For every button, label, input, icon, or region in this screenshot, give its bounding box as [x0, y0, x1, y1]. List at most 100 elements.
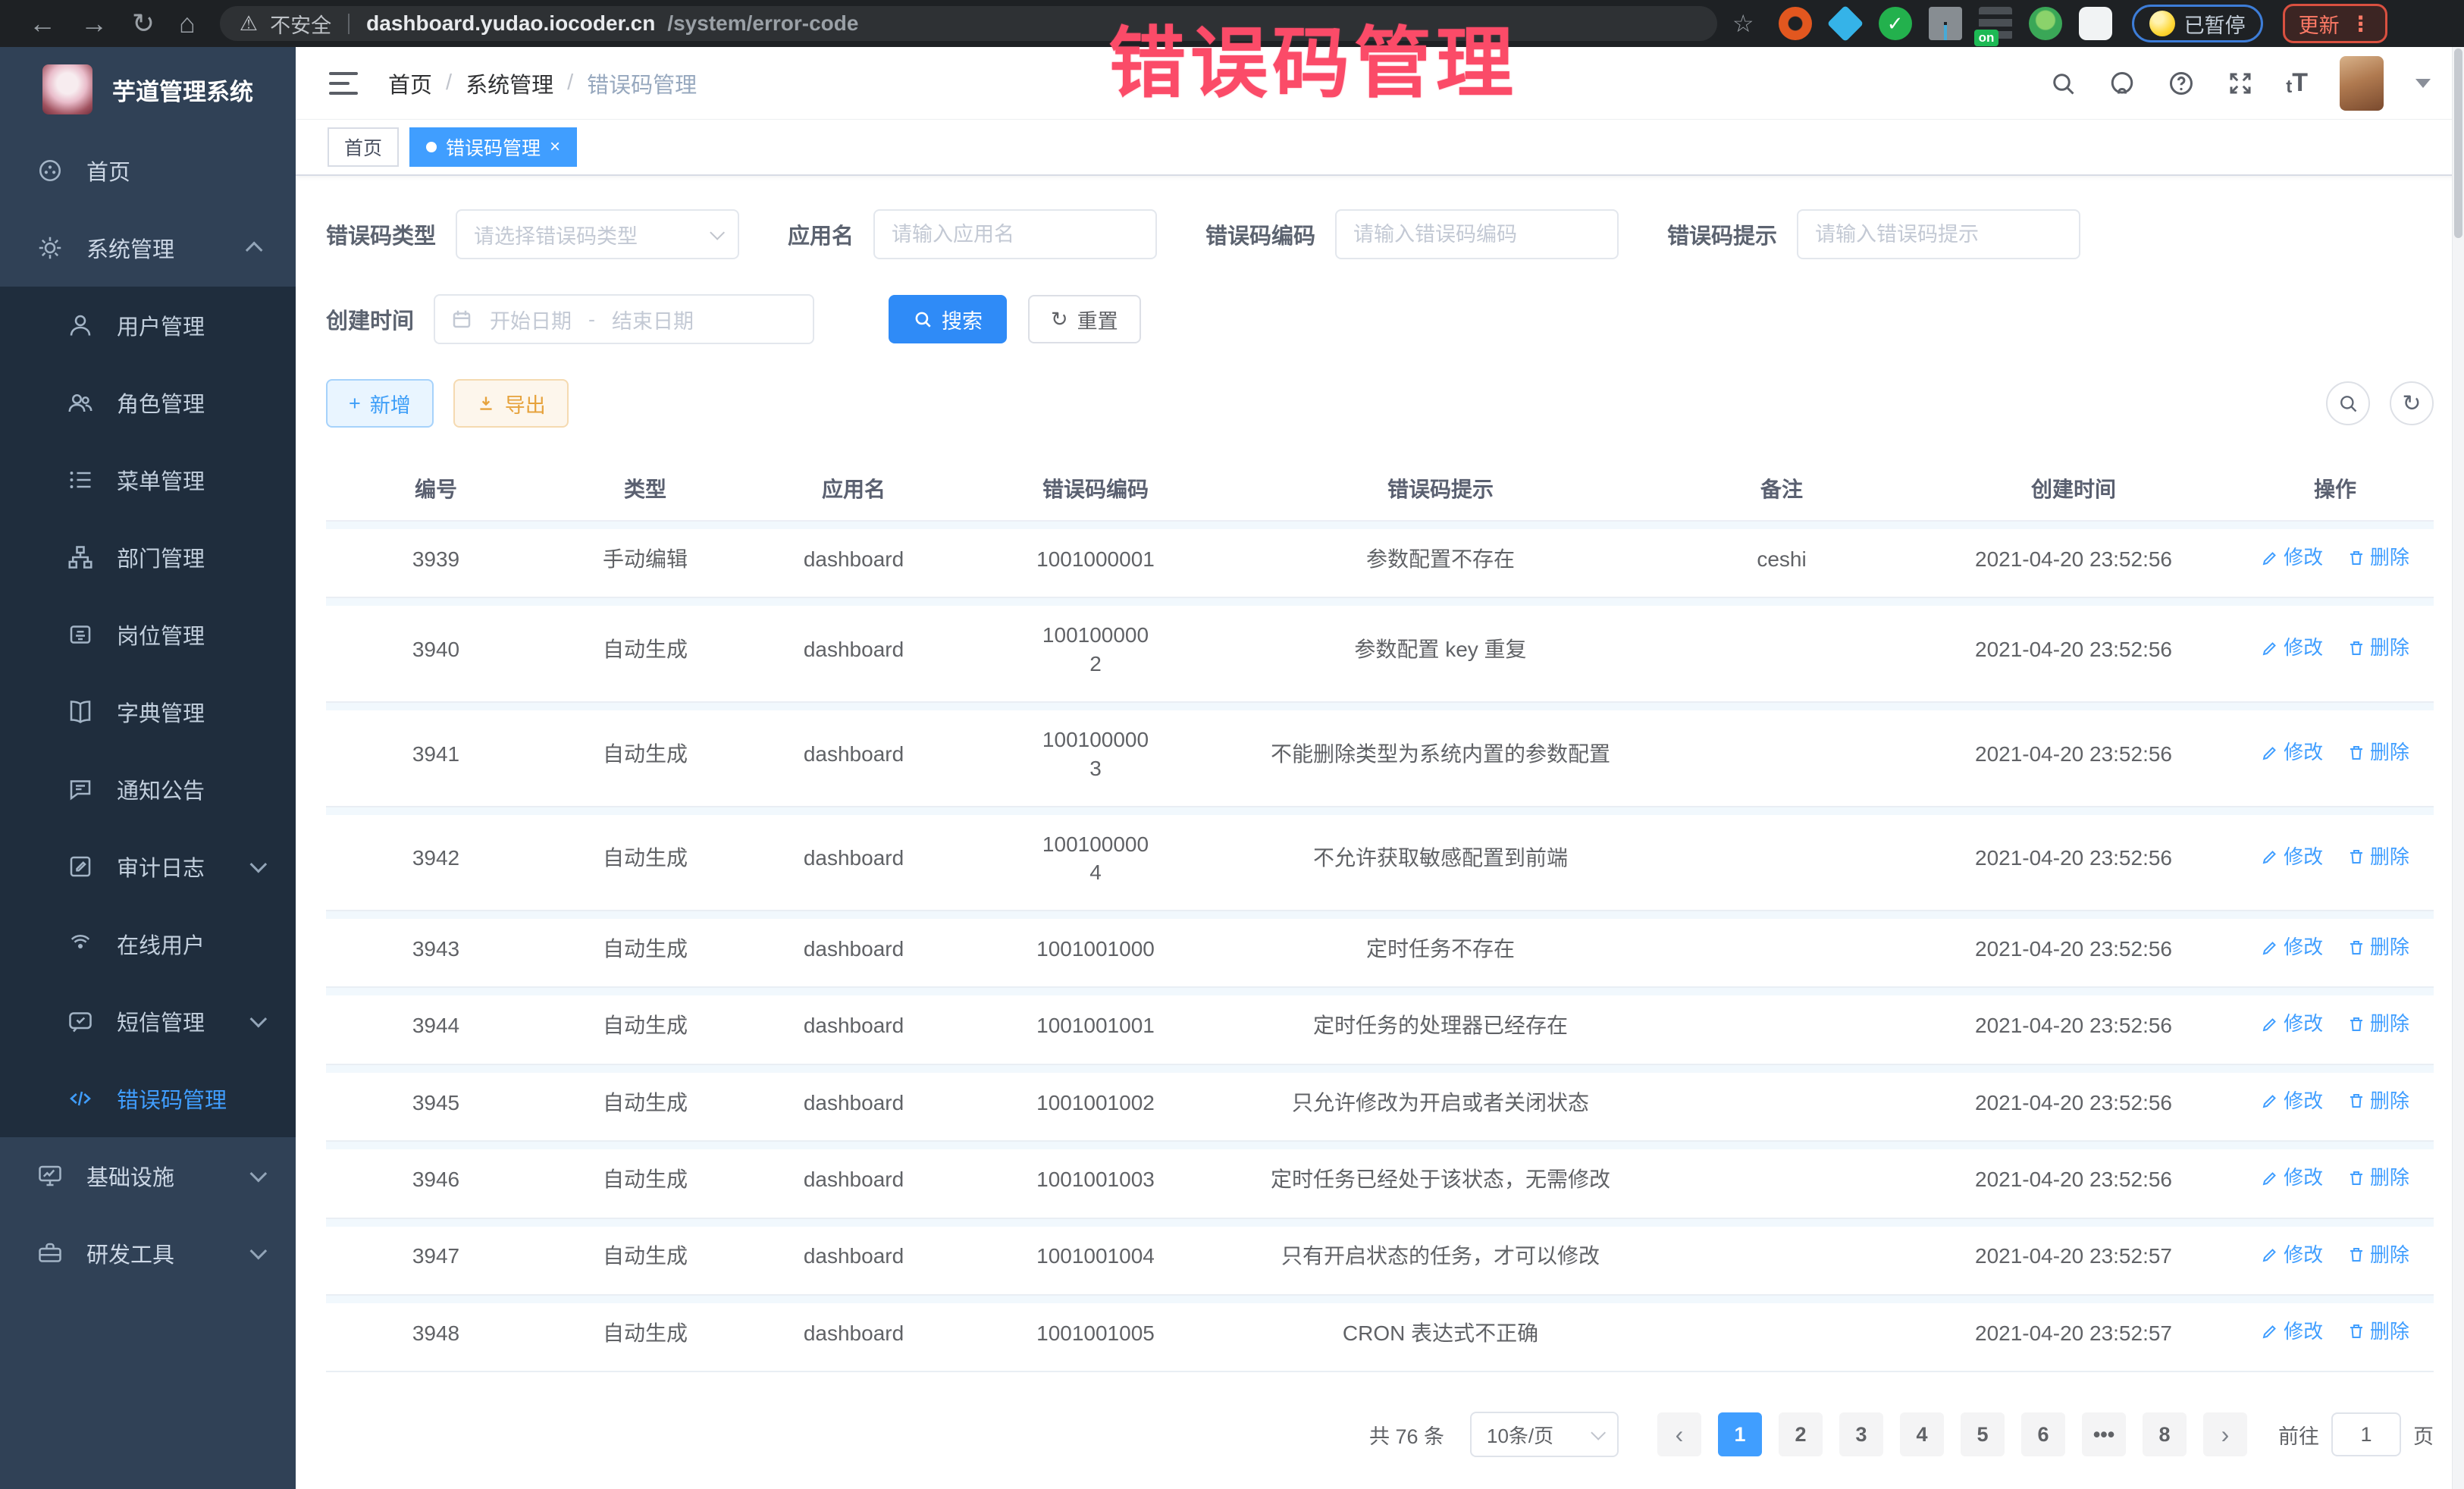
delete-link[interactable]: 删除: [2347, 1011, 2409, 1037]
search-icon[interactable]: [2049, 70, 2077, 97]
edit-link[interactable]: 修改: [2261, 739, 2323, 766]
ext-green-check-icon[interactable]: ✓: [1879, 7, 1912, 40]
sidebar-item-dept[interactable]: 部门管理: [0, 519, 296, 596]
help-icon[interactable]: [2168, 70, 2195, 97]
close-icon[interactable]: ×: [550, 138, 560, 156]
reload-icon[interactable]: ↻: [132, 10, 155, 37]
font-size-icon[interactable]: tT: [2286, 68, 2308, 98]
table-row: 3946 自动生成 dashboard 1001001003 定时任务已经处于该…: [326, 1141, 2434, 1218]
sidebar-item-gear[interactable]: 系统管理: [0, 209, 296, 287]
edit-link[interactable]: 修改: [2261, 1242, 2323, 1268]
edit-link[interactable]: 修改: [2261, 1088, 2323, 1114]
cell-type: 自动生成: [546, 702, 745, 807]
app-name-input[interactable]: [892, 223, 1139, 246]
edit-link[interactable]: 修改: [2261, 1011, 2323, 1037]
sidebar-item-menu[interactable]: 菜单管理: [0, 441, 296, 519]
github-icon[interactable]: [2108, 70, 2136, 97]
edit-link[interactable]: 修改: [2261, 544, 2323, 571]
delete-link[interactable]: 删除: [2347, 739, 2409, 766]
page-scrollbar[interactable]: [2452, 47, 2464, 1489]
sidebar-item-audit[interactable]: 审计日志: [0, 828, 296, 905]
chrome-update-button[interactable]: 更新 ⋮: [2283, 4, 2387, 43]
sidebar-item-tools[interactable]: 研发工具: [0, 1215, 296, 1292]
edit-link[interactable]: 修改: [2261, 1318, 2323, 1345]
forward-icon[interactable]: →: [80, 10, 108, 37]
tab-home[interactable]: 首页: [328, 127, 399, 167]
sidebar-item-infra[interactable]: 基础设施: [0, 1137, 296, 1215]
cell-operations: 修改 删除: [2237, 597, 2434, 702]
filter-row-2: 创建时间 开始日期 - 结束日期 搜索 ↻ 重置: [326, 294, 2434, 344]
back-icon[interactable]: ←: [29, 10, 56, 37]
edit-link[interactable]: 修改: [2261, 844, 2323, 870]
date-range-picker[interactable]: 开始日期 - 结束日期: [434, 294, 814, 344]
sidebar-item-notice[interactable]: 通知公告: [0, 751, 296, 828]
delete-link[interactable]: 删除: [2347, 544, 2409, 571]
sidebar-item-sms[interactable]: 短信管理: [0, 983, 296, 1060]
column-header: 应用名: [745, 456, 963, 521]
edit-link[interactable]: 修改: [2261, 1165, 2323, 1191]
add-button[interactable]: + 新增: [326, 379, 434, 428]
ext-blue-gem-icon[interactable]: [1826, 5, 1864, 42]
app-logo-row[interactable]: 芋道管理系统: [0, 47, 296, 132]
page-button-3[interactable]: 3: [1839, 1412, 1883, 1456]
sidebar-item-home[interactable]: 首页: [0, 132, 296, 209]
page-button-8[interactable]: 8: [2143, 1412, 2187, 1456]
bookmark-star-icon[interactable]: ☆: [1732, 9, 1754, 38]
chevron-down-icon[interactable]: [2415, 79, 2431, 88]
sidebar-item-code[interactable]: 错误码管理: [0, 1060, 296, 1137]
error-type-select[interactable]: 请选择错误码类型: [456, 209, 739, 259]
breadcrumb-home[interactable]: 首页: [388, 67, 432, 99]
menu-dots-icon[interactable]: ⋮: [2350, 11, 2372, 36]
toggle-search-button[interactable]: [2326, 381, 2370, 425]
page-button-1[interactable]: 1: [1718, 1412, 1762, 1456]
sidebar-item-post[interactable]: 岗位管理: [0, 596, 296, 673]
page-button-2[interactable]: 2: [1779, 1412, 1823, 1456]
user-avatar[interactable]: [2340, 56, 2384, 111]
edit-link[interactable]: 修改: [2261, 934, 2323, 961]
delete-link[interactable]: 删除: [2347, 1088, 2409, 1114]
sidebar-item-user[interactable]: 用户管理: [0, 287, 296, 364]
page-button-4[interactable]: 4: [1900, 1412, 1944, 1456]
error-code-input[interactable]: [1353, 223, 1600, 246]
ext-plant-icon[interactable]: [2029, 7, 2062, 40]
page-button-5[interactable]: 5: [1961, 1412, 2005, 1456]
edit-link[interactable]: 修改: [2261, 635, 2323, 661]
breadcrumb-system[interactable]: 系统管理: [466, 67, 553, 99]
fullscreen-icon[interactable]: [2227, 70, 2254, 97]
cell-app-name: dashboard: [745, 1295, 963, 1371]
ext-bars-icon[interactable]: on: [1979, 7, 2012, 40]
delete-link[interactable]: 删除: [2347, 934, 2409, 961]
sidebar-item-dict[interactable]: 字典管理: [0, 673, 296, 751]
delete-link[interactable]: 删除: [2347, 844, 2409, 870]
delete-link[interactable]: 删除: [2347, 1242, 2409, 1268]
ext-grid-icon[interactable]: [1929, 7, 1962, 40]
page-size-select[interactable]: 10条/页: [1470, 1412, 1619, 1457]
url-bar[interactable]: ⚠ 不安全 dashboard.yudao.iocoder.cn/system/…: [220, 6, 1717, 41]
home-icon[interactable]: ⌂: [179, 10, 196, 37]
sidebar-item-role[interactable]: 角色管理: [0, 364, 296, 441]
ext-puzzle-icon[interactable]: [2079, 7, 2112, 40]
delete-link[interactable]: 删除: [2347, 1165, 2409, 1191]
next-page-button[interactable]: ›: [2203, 1412, 2247, 1456]
delete-link[interactable]: 删除: [2347, 1318, 2409, 1345]
page-button-6[interactable]: 6: [2021, 1412, 2065, 1456]
search-button[interactable]: 搜索: [889, 295, 1007, 343]
scrollbar-thumb[interactable]: [2454, 49, 2462, 238]
export-button[interactable]: 导出: [453, 379, 569, 428]
cell-error-message: 定时任务已经处于该状态，无需修改: [1228, 1141, 1653, 1218]
ext-orange-icon[interactable]: [1779, 7, 1812, 40]
paused-extension-badge[interactable]: 已暂停: [2132, 5, 2263, 42]
cell-id: 3948: [326, 1295, 546, 1371]
prev-page-button[interactable]: ‹: [1657, 1412, 1701, 1456]
chevron-down-icon: [250, 1011, 268, 1028]
cell-error-code: 1001001000: [963, 911, 1228, 987]
goto-page-input[interactable]: [2331, 1412, 2401, 1456]
reset-button[interactable]: ↻ 重置: [1028, 295, 1141, 343]
tab-error-code[interactable]: 错误码管理 ×: [409, 127, 577, 167]
hamburger-icon[interactable]: [329, 72, 358, 95]
sidebar-item-online[interactable]: 在线用户: [0, 905, 296, 983]
page-ellipsis[interactable]: •••: [2082, 1412, 2126, 1456]
delete-link[interactable]: 删除: [2347, 635, 2409, 661]
error-message-input[interactable]: [1815, 223, 2062, 246]
refresh-table-button[interactable]: ↻: [2390, 381, 2434, 425]
